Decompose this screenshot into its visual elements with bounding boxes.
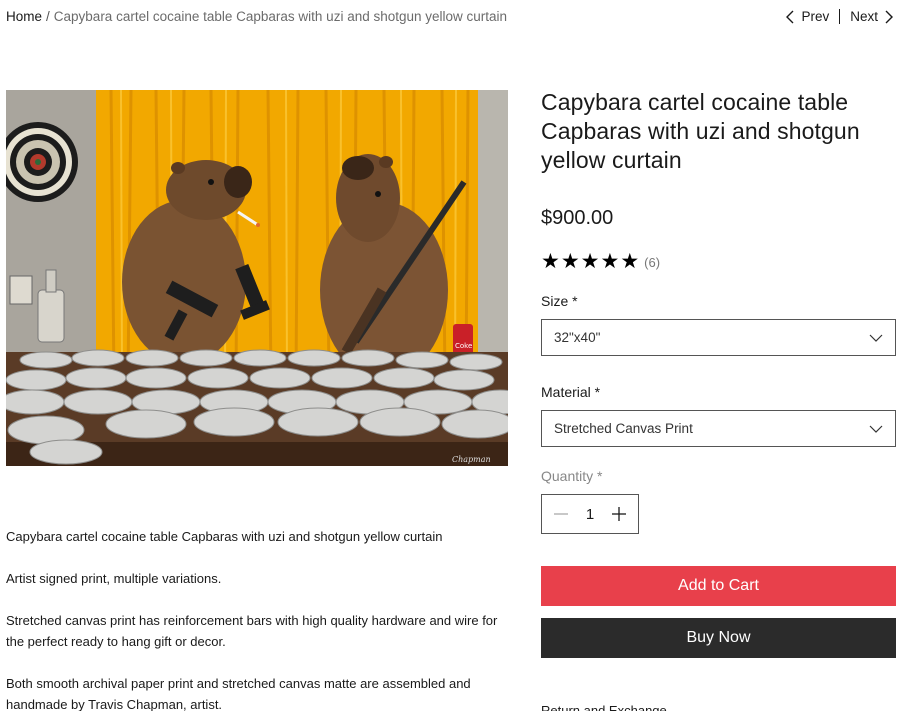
description-paragraph: Stretched canvas print has reinforcement… [6, 613, 498, 649]
product-image[interactable]: Coke Chapman [6, 90, 508, 466]
buy-now-label: Buy Now [686, 629, 751, 646]
rating-stars: ★ ★ ★ ★ ★ [541, 250, 640, 273]
size-label: Size * [541, 293, 578, 309]
prev-label: Prev [801, 9, 830, 24]
star-icon: ★ [600, 250, 620, 273]
star-icon: ★ [580, 250, 600, 273]
size-value: 32"x40" [554, 330, 601, 345]
next-label: Next [850, 9, 878, 24]
next-button[interactable]: Next [850, 9, 894, 24]
breadcrumb-home-link[interactable]: Home [6, 9, 42, 24]
star-icon: ★ [541, 250, 560, 273]
chevron-down-icon [869, 334, 883, 342]
minus-icon [554, 513, 568, 515]
increment-button[interactable] [610, 505, 628, 523]
chevron-left-icon [786, 10, 794, 23]
pager-divider [839, 9, 841, 24]
quantity-label: Quantity * [541, 468, 603, 484]
star-icon: ★ [620, 250, 640, 273]
buy-now-button[interactable]: Buy Now [541, 618, 896, 658]
add-to-cart-button[interactable]: Add to Cart [541, 566, 896, 606]
artist-signature: Chapman [452, 455, 491, 464]
product-pager: Prev Next [785, 9, 894, 24]
decrement-button[interactable] [552, 505, 570, 523]
size-select[interactable]: 32"x40" [541, 319, 896, 356]
quantity-value[interactable]: 1 [586, 506, 594, 523]
prev-button[interactable]: Prev [785, 9, 829, 24]
plus-icon [612, 507, 626, 521]
painting-capybaras: Coke Chapman [6, 90, 508, 466]
product-price: $900.00 [541, 207, 614, 229]
description-paragraph: Both smooth archival paper print and str… [6, 676, 471, 711]
add-to-cart-label: Add to Cart [678, 577, 759, 594]
rating-count: (6) [644, 254, 661, 270]
breadcrumb-current: Capybara cartel cocaine table Capbaras w… [53, 9, 508, 24]
can-label: Coke [455, 342, 472, 350]
product-rating[interactable]: ★ ★ ★ ★ ★ (6) [541, 250, 896, 273]
quantity-stepper[interactable]: 1 [541, 494, 639, 534]
description-paragraph: Capybara cartel cocaine table Capbaras w… [6, 529, 443, 544]
chevron-down-icon [869, 425, 883, 433]
product-description: Capybara cartel cocaine table Capbaras w… [6, 526, 506, 711]
material-label: Material * [541, 384, 601, 400]
material-select[interactable]: Stretched Canvas Print [541, 410, 896, 447]
product-title: Capybara cartel cocaine table Capbaras w… [541, 89, 860, 173]
breadcrumb-separator: / [46, 9, 50, 24]
star-icon: ★ [560, 250, 580, 273]
description-paragraph: Artist signed print, multiple variations… [6, 571, 222, 586]
return-exchange-heading[interactable]: Return and Exchange [541, 703, 667, 711]
breadcrumb: Home / Capybara cartel cocaine table Capba… [6, 9, 507, 24]
material-value: Stretched Canvas Print [554, 421, 693, 436]
chevron-right-icon [885, 10, 893, 23]
product-info: Capybara cartel cocaine table Capbaras w… [541, 88, 896, 658]
